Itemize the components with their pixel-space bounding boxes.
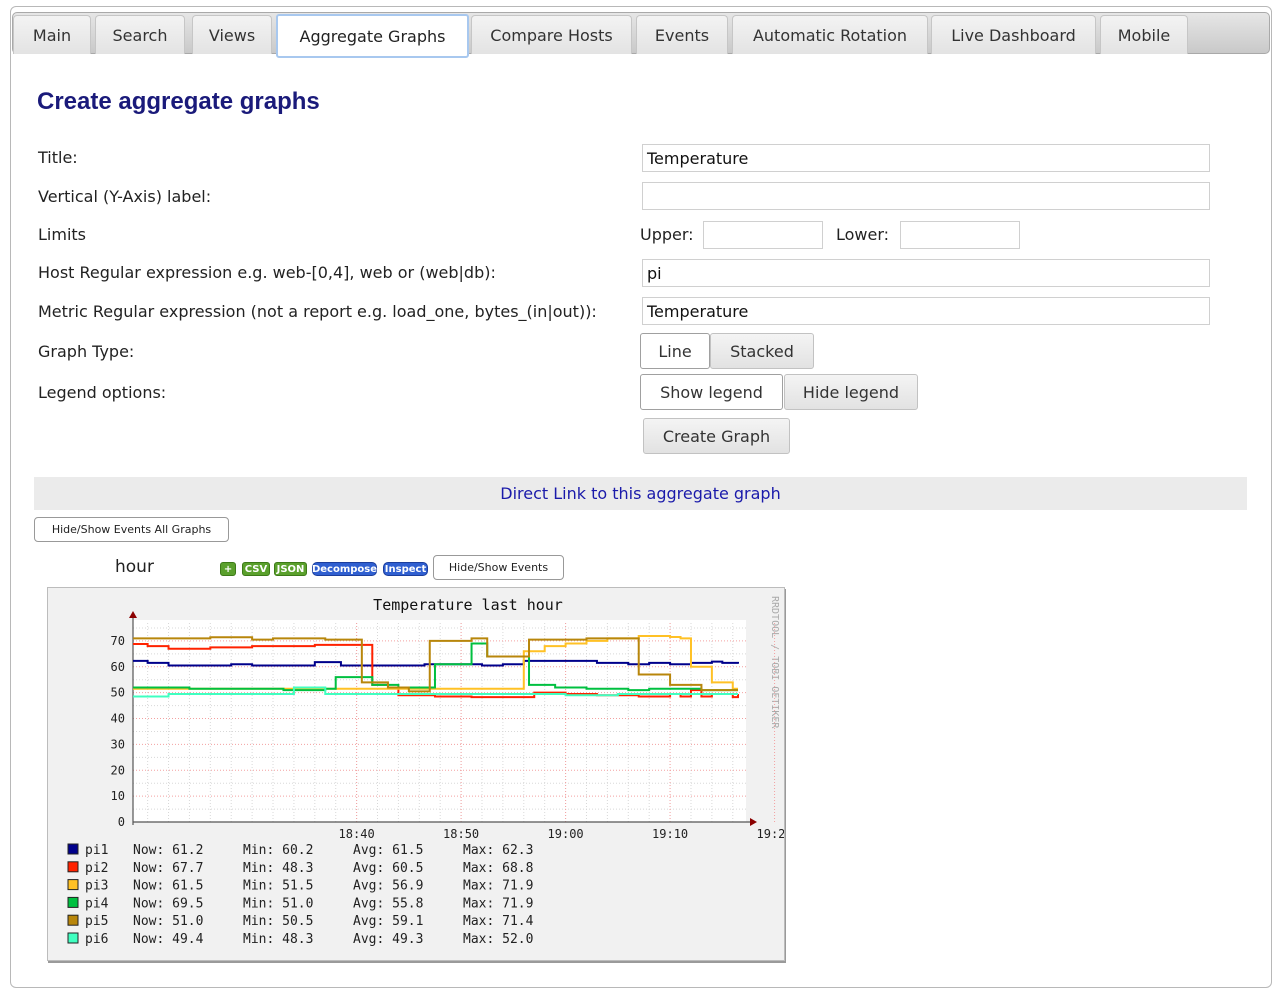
direct-link-bar: Direct Link to this aggregate graph — [34, 477, 1247, 510]
y-tick-label: 50 — [111, 686, 125, 700]
plot-area — [133, 620, 746, 822]
upper-limit-input[interactable] — [703, 221, 823, 249]
legend-now: Now: 49.4 — [133, 932, 204, 947]
chart-title: Temperature last hour — [373, 596, 563, 614]
legend-min: Min: 60.2 — [243, 843, 313, 858]
lower-label: Lower: — [836, 225, 890, 244]
legend-name: pi2 — [85, 861, 108, 876]
y-tick-label: 70 — [111, 634, 125, 648]
legend-name: pi3 — [85, 879, 108, 894]
csv-button[interactable]: CSV — [242, 562, 270, 576]
metric-regex-label: Metric Regular expression (not a report … — [38, 302, 597, 321]
tab-events[interactable]: Events — [636, 15, 728, 54]
create-graph-button[interactable]: Create Graph — [643, 418, 790, 454]
y-tick-label: 20 — [111, 763, 125, 777]
legend-now: Now: 67.7 — [133, 861, 203, 876]
legend-min: Min: 48.3 — [243, 932, 313, 947]
lower-limit-input[interactable] — [900, 221, 1020, 249]
metric-regex-input[interactable]: Temperature — [642, 297, 1210, 325]
legend-min: Min: 50.5 — [243, 914, 313, 929]
hide-show-events-button[interactable]: Hide/Show Events — [433, 555, 564, 580]
tab-live-dashboard[interactable]: Live Dashboard — [931, 15, 1096, 54]
title-input[interactable]: Temperature — [642, 144, 1210, 172]
legend-max: Max: 71.9 — [463, 879, 533, 894]
add-to-view-button[interactable]: + — [220, 562, 236, 576]
page-title: Create aggregate graphs — [37, 88, 320, 115]
legend-avg: Avg: 59.1 — [353, 914, 423, 929]
upper-label: Upper: — [640, 225, 694, 244]
y-tick-label: 10 — [111, 789, 125, 803]
y-tick-label: 60 — [111, 660, 125, 674]
hide-legend-button[interactable]: Hide legend — [784, 374, 918, 410]
inspect-button[interactable]: Inspect — [383, 562, 428, 576]
y-tick-label: 30 — [111, 737, 125, 751]
legend-max: Max: 52.0 — [463, 932, 533, 947]
legend-now: Now: 61.5 — [133, 879, 203, 894]
legend-options-label: Legend options: — [38, 383, 167, 402]
range-label: hour — [115, 557, 154, 577]
x-axis-arrow — [750, 818, 757, 826]
ylabel-label: Vertical (Y-Axis) label: — [38, 187, 212, 206]
y-tick-label: 40 — [111, 712, 125, 726]
legend-swatch-pi5 — [67, 914, 79, 926]
ylabel-input[interactable] — [642, 182, 1210, 210]
graph-type-label: Graph Type: — [38, 342, 135, 361]
legend-name: pi6 — [85, 932, 108, 947]
legend-swatch-pi1 — [67, 843, 79, 855]
tab-compare-hosts[interactable]: Compare Hosts — [471, 15, 632, 54]
direct-link[interactable]: Direct Link to this aggregate graph — [500, 484, 780, 503]
host-regex-label: Host Regular expression e.g. web-[0,4], … — [38, 263, 496, 282]
x-tick-label: 18:50 — [443, 827, 479, 841]
legend-name: pi1 — [85, 843, 108, 858]
graph-type-line-button[interactable]: Line — [640, 333, 710, 369]
legend-now: Now: 61.2 — [133, 843, 203, 858]
legend-max: Max: 62.3 — [463, 843, 533, 858]
legend-avg: Avg: 60.5 — [353, 861, 423, 876]
legend-max: Max: 71.4 — [463, 914, 534, 929]
title-label: Title: — [38, 148, 78, 167]
y-axis-arrow — [129, 611, 137, 618]
show-legend-button[interactable]: Show legend — [640, 374, 783, 410]
legend-swatch-pi2 — [67, 861, 79, 873]
tab-aggregate-graphs[interactable]: Aggregate Graphs — [276, 14, 469, 58]
legend-avg: Avg: 61.5 — [353, 843, 423, 858]
legend-min: Min: 51.5 — [243, 879, 313, 894]
legend-name: pi5 — [85, 914, 108, 929]
legend-now: Now: 69.5 — [133, 896, 203, 911]
legend-name: pi4 — [85, 896, 109, 911]
tab-automatic-rotation[interactable]: Automatic Rotation — [732, 15, 928, 54]
legend-avg: Avg: 49.3 — [353, 932, 423, 947]
legend-swatch-pi6 — [67, 932, 79, 944]
legend-swatch-pi4 — [67, 896, 79, 908]
legend-max: Max: 68.8 — [463, 861, 533, 876]
y-tick-label: 0 — [118, 815, 125, 829]
rrd-graph: Temperature last hour RRDTOOL / TOBI OET… — [47, 587, 785, 961]
legend-swatch-pi3 — [67, 879, 79, 891]
tab-main[interactable]: Main — [13, 15, 91, 54]
x-tick-label: 19:00 — [548, 827, 584, 841]
legend-now: Now: 51.0 — [133, 914, 203, 929]
legend-avg: Avg: 56.9 — [353, 879, 423, 894]
limits-label: Limits — [38, 225, 86, 244]
legend-min: Min: 48.3 — [243, 861, 313, 876]
x-tick-label: 18:40 — [339, 827, 375, 841]
tab-search[interactable]: Search — [95, 15, 185, 54]
hide-show-events-all-button[interactable]: Hide/Show Events All Graphs — [34, 517, 229, 542]
x-tick-label: 19:20 — [757, 827, 784, 841]
graph-type-stacked-button[interactable]: Stacked — [710, 333, 814, 369]
chart-svg: Temperature last hour RRDTOOL / TOBI OET… — [67, 596, 784, 947]
decompose-button[interactable]: Decompose — [312, 562, 377, 576]
tab-views[interactable]: Views — [192, 15, 272, 54]
legend-max: Max: 71.9 — [463, 896, 533, 911]
x-tick-label: 19:10 — [652, 827, 688, 841]
tab-mobile[interactable]: Mobile — [1100, 15, 1188, 54]
json-button[interactable]: JSON — [274, 562, 307, 576]
legend-avg: Avg: 55.8 — [353, 896, 423, 911]
host-regex-input[interactable]: pi — [642, 259, 1210, 287]
legend-min: Min: 51.0 — [243, 896, 313, 911]
